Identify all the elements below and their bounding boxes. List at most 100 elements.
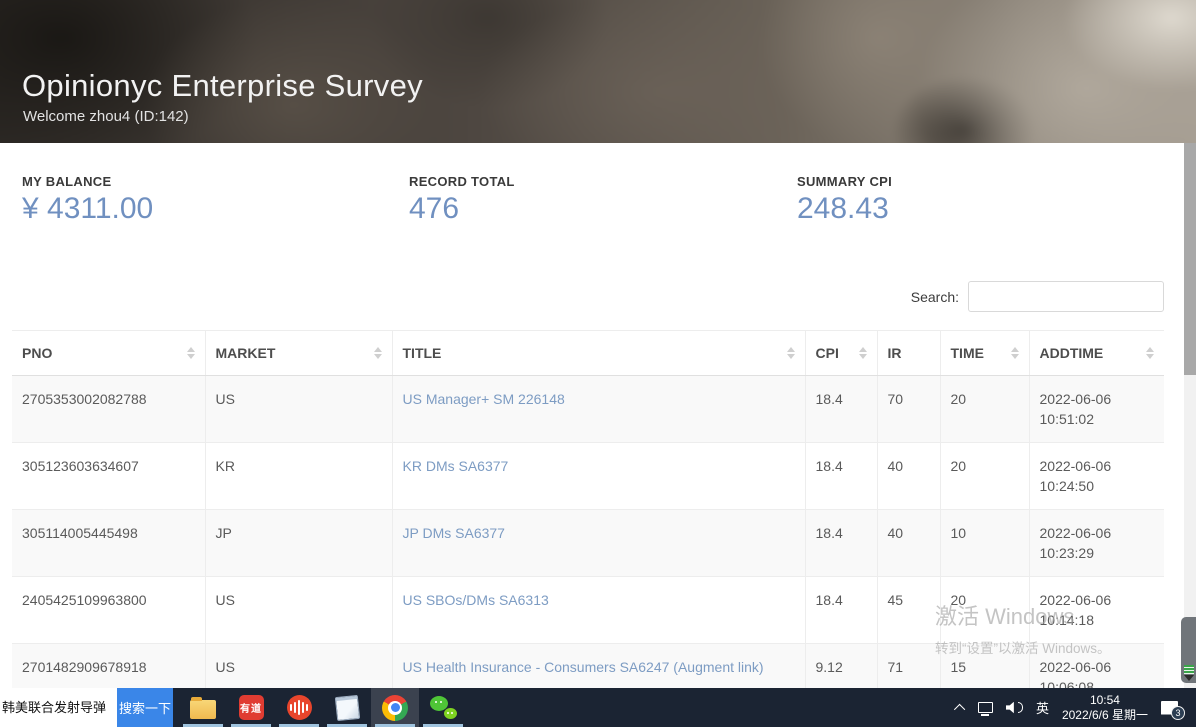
addtime-date: 2022-06-06	[1040, 590, 1155, 610]
addtime-cell: 2022-06-06 10:51:02	[1029, 376, 1164, 443]
market-cell: JP	[205, 510, 392, 577]
stat-label: RECORD TOTAL	[409, 174, 515, 189]
clock-time: 10:54	[1090, 693, 1120, 708]
clock-date: 2022/6/6 星期一	[1062, 708, 1148, 723]
taskbar-chrome[interactable]	[371, 688, 419, 727]
pno-cell: 305123603634607	[12, 443, 205, 510]
windows-taskbar: 韩美联合发射导弹 搜索一下 有道	[0, 688, 1196, 727]
welcome-text: Welcome zhou4 (ID:142)	[23, 108, 189, 125]
surveys-table: PNO MARKET TITLE CPI IR TIME	[12, 330, 1164, 711]
sort-icon[interactable]	[187, 347, 195, 359]
addtime-date: 2022-06-06	[1040, 523, 1155, 543]
title-cell: JP DMs SA6377	[392, 510, 805, 577]
addtime-cell: 2022-06-06 10:14:18	[1029, 577, 1164, 644]
survey-title-link[interactable]: KR DMs SA6377	[403, 458, 509, 474]
page-scrollbar-track[interactable]	[1184, 143, 1196, 688]
download-arrow-icon	[1184, 675, 1194, 681]
sort-icon[interactable]	[1011, 347, 1019, 359]
survey-title-link[interactable]: US Manager+ SM 226148	[403, 391, 565, 407]
network-icon[interactable]	[978, 702, 993, 713]
column-header[interactable]: PNO	[12, 331, 205, 376]
sort-icon[interactable]	[374, 347, 382, 359]
pno-cell: 2405425109963800	[12, 577, 205, 644]
taskbar-notepad[interactable]	[323, 688, 371, 727]
table-row: 305123603634607 KR KR DMs SA6377 18.4 40…	[12, 443, 1164, 510]
notepad-icon	[334, 694, 359, 720]
stat-my-balance: MY BALANCE ¥ 4311.00	[22, 174, 153, 226]
stat-record-total: RECORD TOTAL 476	[409, 174, 515, 226]
ir-cell: 70	[877, 376, 940, 443]
table-body: 2705353002082788 US US Manager+ SM 22614…	[12, 376, 1164, 711]
column-header[interactable]: ADDTIME	[1029, 331, 1164, 376]
time-cell: 20	[940, 376, 1029, 443]
desktop-screen: Opinionyc Enterprise Survey Welcome zhou…	[0, 0, 1196, 727]
sort-icon[interactable]	[859, 347, 867, 359]
survey-title-link[interactable]: JP DMs SA6377	[403, 525, 505, 541]
addtime-cell: 2022-06-06 10:23:29	[1029, 510, 1164, 577]
addtime-date: 2022-06-06	[1040, 657, 1155, 677]
sort-icon[interactable]	[787, 347, 795, 359]
market-cell: US	[205, 577, 392, 644]
addtime-cell: 2022-06-06 10:24:50	[1029, 443, 1164, 510]
youdao-icon: 有道	[239, 695, 264, 720]
taskbar-wechat[interactable]	[419, 688, 467, 727]
column-header[interactable]: TIME	[940, 331, 1029, 376]
file-explorer-icon	[190, 700, 216, 719]
cpi-cell: 18.4	[805, 577, 877, 644]
page-title: Opinionyc Enterprise Survey	[22, 68, 423, 104]
column-header[interactable]: CPI	[805, 331, 877, 376]
addtime-clock: 10:23:29	[1040, 543, 1155, 563]
sort-icon[interactable]	[1146, 347, 1154, 359]
hero-banner: Opinionyc Enterprise Survey Welcome zhou…	[0, 0, 1196, 143]
action-center[interactable]: 3	[1161, 701, 1178, 715]
addtime-clock: 10:51:02	[1040, 409, 1155, 429]
column-header[interactable]: IR	[877, 331, 940, 376]
volume-icon[interactable]	[1006, 702, 1023, 714]
notification-badge: 3	[1171, 706, 1185, 720]
tray-chevron-up-icon[interactable]	[954, 703, 965, 714]
download-stripes-icon	[1184, 665, 1194, 674]
table-search: Search:	[911, 281, 1164, 312]
taskbar-search-button[interactable]: 搜索一下	[117, 688, 173, 727]
time-cell: 20	[940, 577, 1029, 644]
column-header[interactable]: TITLE	[392, 331, 805, 376]
column-header[interactable]: MARKET	[205, 331, 392, 376]
search-label: Search:	[911, 289, 959, 305]
stat-value: ¥ 4311.00	[22, 192, 153, 226]
addtime-clock: 10:24:50	[1040, 476, 1155, 496]
taskbar-app-icons: 有道	[179, 688, 467, 727]
stat-value: 476	[409, 192, 515, 226]
addtime-date: 2022-06-06	[1040, 389, 1155, 409]
survey-title-link[interactable]: US Health Insurance - Consumers SA6247 (…	[403, 659, 764, 675]
table-row: 2405425109963800 US US SBOs/DMs SA6313 1…	[12, 577, 1164, 644]
taskbar-file-explorer[interactable]	[179, 688, 227, 727]
time-cell: 10	[940, 510, 1029, 577]
table-row: 305114005445498 JP JP DMs SA6377 18.4 40…	[12, 510, 1164, 577]
addtime-clock: 10:14:18	[1040, 610, 1155, 630]
time-cell: 20	[940, 443, 1029, 510]
title-cell: US SBOs/DMs SA6313	[392, 577, 805, 644]
taskbar-clock[interactable]: 10:54 2022/6/6 星期一	[1062, 693, 1148, 723]
taskbar-youdao[interactable]: 有道	[227, 688, 275, 727]
ime-indicator[interactable]: 英	[1036, 698, 1049, 717]
cpi-cell: 18.4	[805, 376, 877, 443]
ir-cell: 40	[877, 510, 940, 577]
chrome-icon	[382, 695, 408, 721]
system-tray: 英 10:54 2022/6/6 星期一 3	[957, 688, 1196, 727]
title-cell: US Manager+ SM 226148	[392, 376, 805, 443]
taskbar-ximalaya[interactable]	[275, 688, 323, 727]
stat-value: 248.43	[797, 192, 892, 226]
ximalaya-icon	[287, 695, 312, 720]
table-row: 2705353002082788 US US Manager+ SM 22614…	[12, 376, 1164, 443]
download-widget-icon[interactable]	[1181, 617, 1196, 683]
cpi-cell: 18.4	[805, 443, 877, 510]
market-cell: KR	[205, 443, 392, 510]
page-scrollbar-thumb[interactable]	[1184, 143, 1196, 375]
stat-summary-cpi: SUMMARY CPI 248.43	[797, 174, 892, 226]
pno-cell: 2705353002082788	[12, 376, 205, 443]
survey-title-link[interactable]: US SBOs/DMs SA6313	[403, 592, 549, 608]
stat-label: MY BALANCE	[22, 174, 153, 189]
search-input[interactable]	[968, 281, 1164, 312]
title-cell: KR DMs SA6377	[392, 443, 805, 510]
taskbar-search-box[interactable]: 韩美联合发射导弹	[0, 688, 117, 727]
